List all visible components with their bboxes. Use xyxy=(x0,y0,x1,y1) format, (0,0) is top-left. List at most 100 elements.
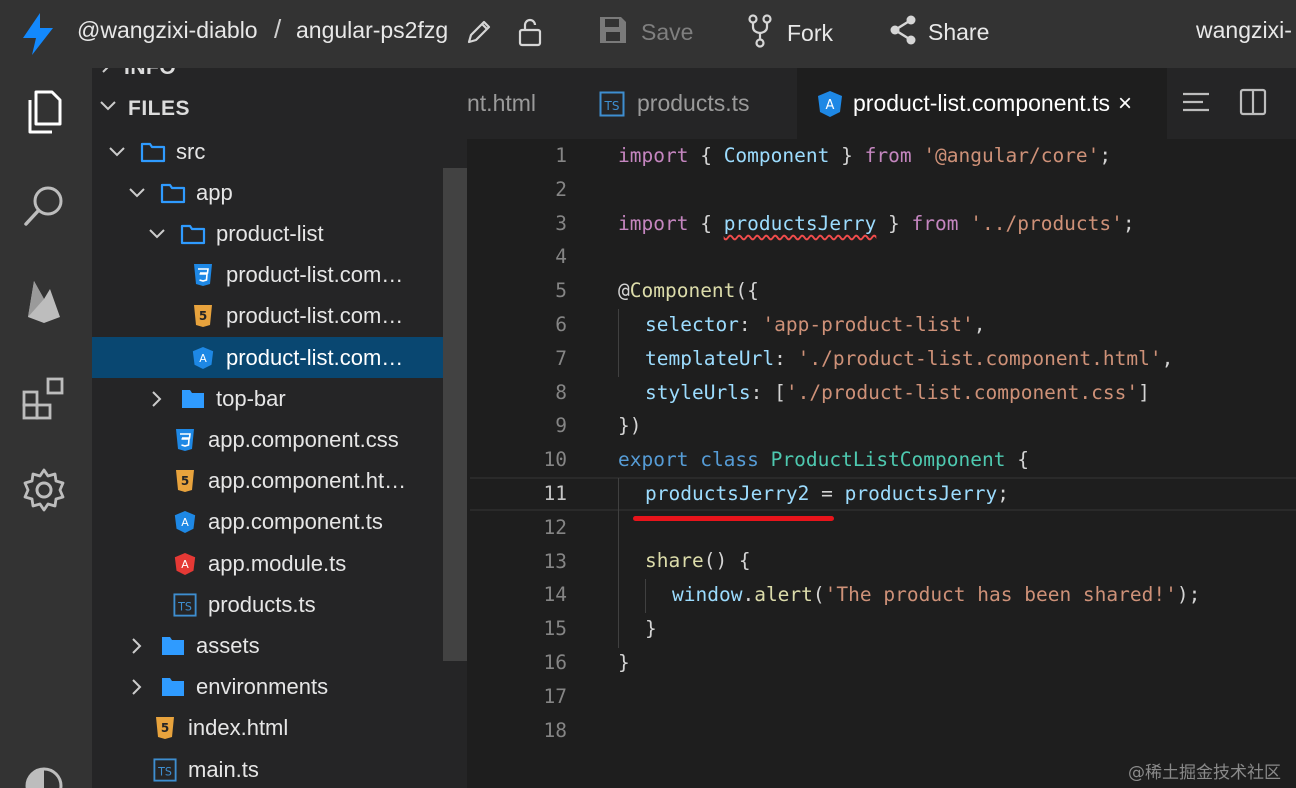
tree-item-label: app.module.ts xyxy=(208,550,347,576)
tree-item-label: app xyxy=(196,179,233,205)
fork-icon xyxy=(747,14,773,53)
line-number: 2 xyxy=(555,177,567,201)
extensions-icon[interactable] xyxy=(18,372,70,424)
account-menu[interactable]: wangzixi- xyxy=(1196,17,1292,44)
files-explorer-icon[interactable] xyxy=(18,86,70,138)
split-editor-icon[interactable] xyxy=(1239,88,1267,121)
tab-label: products.ts xyxy=(637,90,750,116)
folder-tree-item[interactable]: app xyxy=(92,172,443,213)
svg-text:5: 5 xyxy=(161,721,169,735)
tree-item-label: app.component.ht… xyxy=(208,468,407,494)
fork-button[interactable]: Fork xyxy=(747,14,833,53)
chevron-right-icon xyxy=(126,635,148,657)
chevron-right-icon xyxy=(146,388,168,410)
tab-product-list-component[interactable]: A product-list.component.ts × xyxy=(797,68,1167,139)
css-file-icon xyxy=(172,427,198,453)
watermark: @稀土掘金技术社区 xyxy=(1128,763,1281,783)
folder-icon xyxy=(160,674,186,700)
tree-item-label: src xyxy=(176,138,206,164)
file-tree-item[interactable]: Aapp.component.ts xyxy=(92,502,443,543)
code-line: import { productsJerry } from '../produc… xyxy=(618,212,1135,235)
search-icon[interactable] xyxy=(18,180,70,232)
line-number-row: 12 xyxy=(467,511,1296,545)
error-squiggle: productsJerry xyxy=(723,212,877,235)
sidebar-scrollbar-thumb[interactable] xyxy=(443,168,467,661)
tab-html-file[interactable]: nt.html xyxy=(467,68,587,139)
file-tree-item[interactable]: 5 index.html xyxy=(92,708,443,749)
tree-item-label: product-list xyxy=(216,220,324,246)
share-button[interactable]: Share xyxy=(888,14,989,51)
folder-icon xyxy=(180,386,206,412)
tab-products-ts[interactable]: TS products.ts xyxy=(587,68,797,139)
info-section-header[interactable]: INFO xyxy=(92,68,176,88)
project-name[interactable]: angular-ps2fzg xyxy=(296,17,448,44)
angular-module-icon: A xyxy=(172,551,198,577)
line-number-row: 17 xyxy=(467,680,1296,714)
line-number: 4 xyxy=(555,245,567,269)
tree-item-label: app.component.css xyxy=(208,426,399,452)
red-underline-annotation xyxy=(633,516,834,521)
svg-text:A: A xyxy=(181,517,189,530)
file-tree-item[interactable]: TS main.ts xyxy=(92,749,443,788)
file-tree-item[interactable]: app.component.css xyxy=(92,419,443,460)
code-line: export class ProductListComponent { xyxy=(618,448,1029,471)
close-tab-icon[interactable]: × xyxy=(1118,90,1132,118)
file-tree-item[interactable]: product-list.com… xyxy=(92,255,443,296)
save-label: Save xyxy=(641,19,694,45)
svg-text:5: 5 xyxy=(199,309,207,323)
tree-item-label: environments xyxy=(196,674,329,700)
outline-toggle-icon[interactable] xyxy=(1181,90,1211,121)
tab-label: nt.html xyxy=(467,90,537,116)
folder-tree-item[interactable]: assets xyxy=(92,625,443,666)
code-editor[interactable]: 1 2 3 4 5 6 7 8 9 10 11 12 13 14 15 16 17 18 import { Com… xyxy=(467,139,1296,788)
angular-component-icon: A xyxy=(817,90,843,118)
username-link[interactable]: @wangzixi-diablo xyxy=(77,17,258,44)
edit-pencil-icon[interactable] xyxy=(464,17,494,52)
chevron-right-icon xyxy=(126,676,148,698)
tree-item-label: product-list.com… xyxy=(226,303,404,329)
code-line: templateUrl: './product-list.component.h… xyxy=(645,347,1174,370)
top-bar: @wangzixi-diablo / angular-ps2fzg Save F… xyxy=(0,0,1296,68)
file-tree-item[interactable]: TS products.ts xyxy=(92,584,443,625)
folder-icon xyxy=(160,180,186,206)
file-tree-item[interactable]: 5 product-list.com… xyxy=(92,296,443,337)
svg-text:A: A xyxy=(181,558,189,571)
files-label: FILES xyxy=(128,97,191,120)
code-line: import { Component } from '@angular/core… xyxy=(618,144,1112,167)
svg-text:TS: TS xyxy=(177,600,192,613)
folder-tree-item[interactable]: top-bar xyxy=(92,378,443,419)
svg-text:A: A xyxy=(199,352,207,365)
tree-item-label: products.ts xyxy=(208,591,316,617)
code-line: @Component({ xyxy=(618,279,759,302)
code-line: productsJerry2 = productsJerry; xyxy=(645,482,1009,505)
svg-text:A: A xyxy=(826,98,835,113)
code-line: } xyxy=(645,617,657,640)
stackblitz-logo-icon[interactable] xyxy=(0,0,76,68)
files-section-header[interactable]: FILES xyxy=(92,89,190,129)
folder-tree-item[interactable]: product-list xyxy=(92,213,443,254)
share-icon xyxy=(888,14,918,51)
tree-item-label: index.html xyxy=(188,715,289,741)
angular-component-icon: A xyxy=(172,509,198,535)
chevron-down-icon xyxy=(126,182,148,204)
folder-tree-item[interactable]: environments xyxy=(92,667,443,708)
chevron-down-icon xyxy=(106,141,128,163)
unlock-icon[interactable] xyxy=(516,16,544,53)
firebase-icon[interactable] xyxy=(18,274,70,326)
save-button[interactable]: Save xyxy=(597,14,693,51)
file-tree-item[interactable]: Aapp.module.ts xyxy=(92,543,443,584)
share-label: Share xyxy=(928,19,990,45)
save-icon xyxy=(597,14,629,51)
folder-icon xyxy=(140,139,166,165)
theme-toggle-icon[interactable] xyxy=(18,756,70,788)
line-number: 17 xyxy=(543,684,567,708)
folder-tree-item[interactable]: src xyxy=(92,131,443,172)
tree-item-label: main.ts xyxy=(188,756,259,782)
tree-item-label: assets xyxy=(196,632,260,658)
code-line: styleUrls: ['./product-list.component.cs… xyxy=(645,381,1150,404)
info-label: INFO xyxy=(124,68,176,80)
line-number: 12 xyxy=(543,515,567,539)
settings-gear-icon[interactable] xyxy=(18,464,70,516)
file-tree-item[interactable]: Aproduct-list.com… xyxy=(92,337,443,378)
file-tree-item[interactable]: 5 app.component.ht… xyxy=(92,461,443,502)
